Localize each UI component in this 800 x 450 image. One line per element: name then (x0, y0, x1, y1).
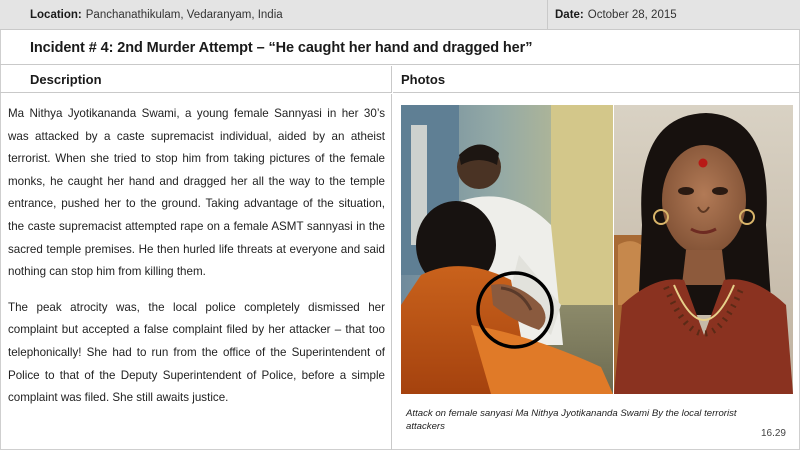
description-body: Ma Nithya Jyotikananda Swami, a young fe… (0, 94, 392, 450)
location-value: Panchanathikulam, Vedaranyam, India (85, 9, 283, 21)
date-cell: Date: October 28, 2015 (549, 0, 800, 30)
swami-portrait-photo (614, 105, 793, 394)
incident-title: Incident # 4: 2nd Murder Attempt – “He c… (30, 39, 533, 56)
photos-area: Attack on female sanyasi Ma Nithya Jyoti… (393, 94, 800, 450)
location-cell: Location: Panchanathikulam, Vedaranyam, … (0, 0, 548, 30)
attack-scene-photo (401, 105, 613, 394)
description-paragraph-1: Ma Nithya Jyotikananda Swami, a young fe… (8, 107, 385, 279)
description-paragraph-2: The peak atrocity was, the local police … (8, 300, 385, 405)
date-label: Date: (555, 9, 584, 21)
location-label: Location: (30, 9, 82, 21)
photos-header: Photos (393, 66, 800, 93)
page-number: 16.29 (760, 428, 786, 439)
photo-caption: Attack on female sanyasi Ma Nithya Jyoti… (406, 408, 737, 432)
info-row: Location: Panchanathikulam, Vedaranyam, … (0, 0, 800, 30)
description-header: Description (0, 66, 392, 93)
date-value: October 28, 2015 (587, 9, 677, 21)
incident-row: Incident # 4: 2nd Murder Attempt – “He c… (0, 31, 800, 65)
